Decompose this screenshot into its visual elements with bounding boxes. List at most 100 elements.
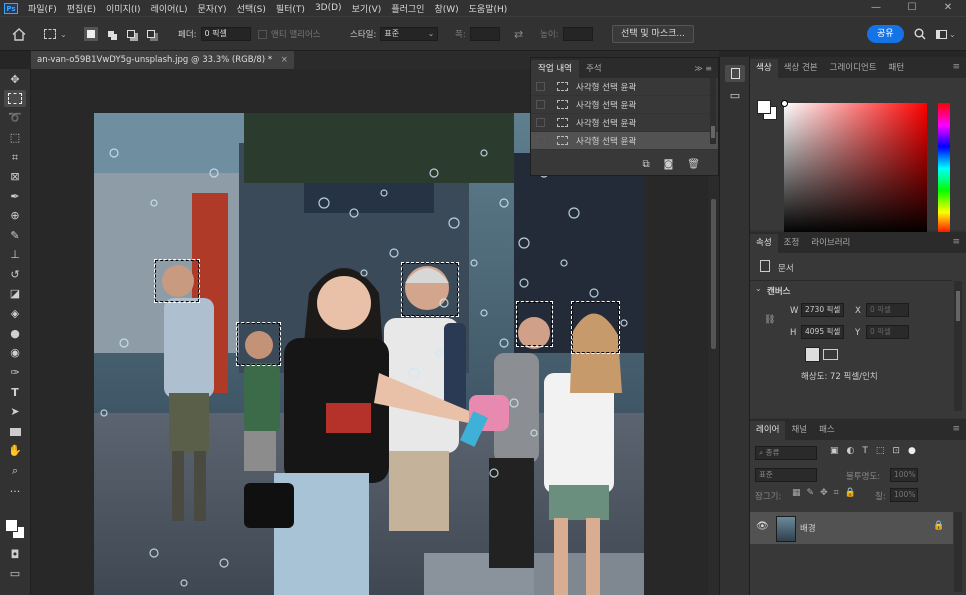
- marquee-selection[interactable]: [236, 322, 281, 366]
- panel-menu-icon[interactable]: ≫ ≡: [694, 60, 712, 78]
- tab-notes[interactable]: 주석: [579, 60, 609, 78]
- tab-properties[interactable]: 속성: [750, 234, 778, 253]
- path-selection-tool-icon[interactable]: ➤: [4, 403, 26, 420]
- hand-tool-icon[interactable]: ✋: [4, 442, 26, 459]
- clone-stamp-tool-icon[interactable]: ⊥: [4, 246, 26, 263]
- smart-object-filter-icon[interactable]: ⊡: [892, 446, 900, 456]
- screen-mode-icon[interactable]: ▭: [4, 565, 26, 582]
- workspace-icon[interactable]: ⌄: [936, 17, 956, 51]
- panel-menu-icon[interactable]: ≡: [952, 62, 960, 72]
- filter-toggle-icon[interactable]: ●: [908, 446, 916, 456]
- history-panel-icon[interactable]: [725, 65, 745, 82]
- history-item-current[interactable]: 사각형 선택 윤곽: [531, 132, 718, 150]
- color-field[interactable]: [781, 100, 927, 234]
- document-tab[interactable]: an-van-o59B1VwDY5g-unsplash.jpg @ 33.3% …: [31, 51, 294, 69]
- tab-layers[interactable]: 레이어: [750, 421, 786, 440]
- tab-libraries[interactable]: 라이브러리: [805, 234, 856, 253]
- type-tool-icon[interactable]: T: [4, 384, 26, 401]
- layer-row[interactable]: 👁 배경 🔒: [750, 512, 953, 544]
- lock-all-icon[interactable]: 🔒: [845, 488, 856, 498]
- lock-image-icon[interactable]: ✎: [807, 488, 815, 498]
- history-item[interactable]: 사각형 선택 윤곽: [531, 114, 718, 132]
- snapshot-checkbox[interactable]: [536, 136, 545, 145]
- blur-tool-icon[interactable]: ●: [4, 325, 26, 342]
- type-layer-filter-icon[interactable]: T: [862, 446, 868, 456]
- new-document-from-state-icon[interactable]: ⧉: [642, 159, 649, 170]
- tab-adjustments[interactable]: 조정: [778, 234, 806, 253]
- tab-swatches[interactable]: 색상 견본: [778, 59, 824, 78]
- landscape-orientation-icon[interactable]: [823, 349, 838, 360]
- lock-artboard-icon[interactable]: ⌗: [834, 488, 839, 498]
- scrollbar-thumb[interactable]: [711, 199, 716, 349]
- feather-input[interactable]: 0 픽셀: [200, 27, 251, 41]
- dodge-tool-icon[interactable]: ◉: [4, 344, 26, 361]
- trash-icon[interactable]: 🗑: [687, 159, 700, 170]
- menu-3d[interactable]: 3D(D): [310, 3, 347, 13]
- crop-tool-icon[interactable]: ⌗: [4, 149, 26, 166]
- layers-scrollbar[interactable]: [954, 512, 962, 592]
- snapshot-checkbox[interactable]: [536, 82, 545, 91]
- rectangle-tool-icon[interactable]: [4, 423, 26, 440]
- visibility-eye-icon[interactable]: 👁: [756, 521, 769, 532]
- move-tool-icon[interactable]: ✥: [4, 71, 26, 88]
- width-input[interactable]: [469, 27, 500, 41]
- lock-transparent-icon[interactable]: ▦: [792, 488, 801, 498]
- minimize-button[interactable]: —: [858, 0, 894, 16]
- frame-tool-icon[interactable]: ⊠: [4, 168, 26, 185]
- snapshot-checkbox[interactable]: [536, 118, 545, 127]
- more-tools-icon[interactable]: ···: [4, 483, 26, 500]
- portrait-orientation-icon[interactable]: [805, 347, 820, 362]
- panel-menu-icon[interactable]: ≡: [952, 237, 960, 247]
- subtract-from-selection-icon[interactable]: [124, 27, 138, 41]
- menu-window[interactable]: 창(W): [429, 2, 463, 15]
- lock-position-icon[interactable]: ✥: [820, 488, 828, 498]
- canvas-width-input[interactable]: 2730 픽셀: [801, 303, 844, 317]
- canvas-height-input[interactable]: 4095 픽셀: [801, 325, 844, 339]
- menu-image[interactable]: 이미지(I): [101, 2, 146, 15]
- tab-history[interactable]: 작업 내역: [531, 60, 579, 78]
- canvas-y-input[interactable]: 0 픽셀: [866, 325, 909, 339]
- pen-tool-icon[interactable]: ✑: [4, 364, 26, 381]
- fill-input[interactable]: 100%: [890, 488, 918, 502]
- new-selection-icon[interactable]: [84, 27, 98, 41]
- camera-snapshot-icon[interactable]: ◙: [664, 159, 674, 170]
- snapshot-checkbox[interactable]: [536, 100, 545, 109]
- canvas-x-input[interactable]: 0 픽셀: [866, 303, 909, 317]
- opacity-input[interactable]: 100%: [890, 468, 918, 482]
- tab-color[interactable]: 색상: [750, 59, 778, 78]
- close-button[interactable]: ✕: [930, 0, 966, 16]
- marquee-selection[interactable]: [154, 259, 200, 303]
- close-tab-icon[interactable]: ×: [281, 55, 288, 65]
- foreground-color-swatch[interactable]: [5, 519, 18, 532]
- hue-slider[interactable]: [938, 103, 950, 234]
- style-select[interactable]: 표준 ⌄: [380, 27, 439, 41]
- layer-filter-select[interactable]: ⌕ 종류: [755, 446, 817, 460]
- tab-channels[interactable]: 채널: [785, 421, 813, 440]
- menu-file[interactable]: 파일(F): [23, 2, 62, 15]
- panel-menu-icon[interactable]: ≡: [952, 424, 960, 434]
- menu-plugins[interactable]: 플러그인: [386, 2, 429, 15]
- tab-paths[interactable]: 패스: [813, 421, 841, 440]
- add-to-selection-icon[interactable]: [104, 27, 118, 41]
- link-dimensions-icon[interactable]: ⛓: [764, 315, 775, 325]
- history-item[interactable]: 사각형 선택 윤곽: [531, 96, 718, 114]
- marquee-selection[interactable]: [401, 262, 459, 317]
- menu-edit[interactable]: 편집(E): [62, 2, 101, 15]
- zoom-tool-icon[interactable]: ⌕: [4, 462, 26, 479]
- history-brush-tool-icon[interactable]: ↺: [4, 266, 26, 283]
- menu-select[interactable]: 선택(S): [232, 2, 271, 15]
- quick-mask-icon[interactable]: ◘: [4, 546, 26, 563]
- eyedropper-tool-icon[interactable]: ✒: [4, 188, 26, 205]
- document-image[interactable]: [94, 113, 644, 595]
- lasso-tool-icon[interactable]: ➰: [4, 109, 26, 126]
- comment-icon[interactable]: ▭: [725, 87, 745, 104]
- share-button[interactable]: 공유: [867, 25, 904, 43]
- intersect-selection-icon[interactable]: [144, 27, 158, 41]
- blend-mode-select[interactable]: 표준: [755, 468, 817, 482]
- tab-patterns[interactable]: 패턴: [883, 59, 911, 78]
- pixel-layer-filter-icon[interactable]: ▣: [830, 446, 839, 456]
- menu-layer[interactable]: 레이어(L): [146, 2, 193, 15]
- history-item[interactable]: 사각형 선택 윤곽: [531, 78, 718, 96]
- swap-dimensions-icon[interactable]: ⇄: [514, 17, 523, 51]
- home-icon[interactable]: [12, 17, 26, 51]
